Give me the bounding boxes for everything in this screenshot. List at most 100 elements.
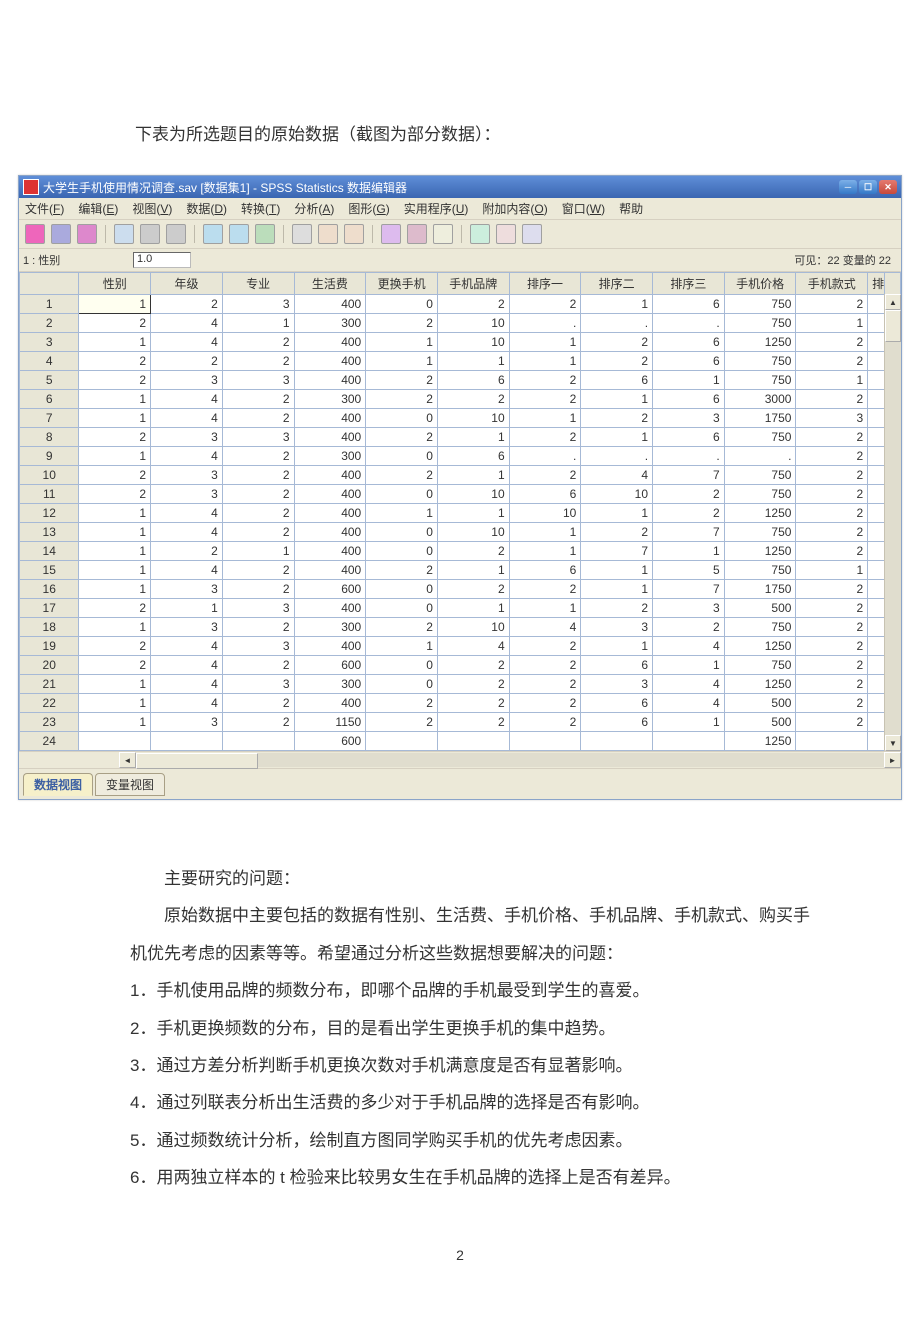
row-number[interactable]: 7 — [20, 409, 79, 428]
data-cell[interactable]: 3 — [151, 618, 223, 637]
column-header[interactable]: 手机价格 — [724, 273, 796, 295]
data-cell[interactable]: 1 — [509, 409, 581, 428]
data-cell[interactable]: 3 — [653, 409, 725, 428]
data-cell[interactable]: 1 — [79, 561, 151, 580]
data-cell[interactable]: 1 — [509, 333, 581, 352]
data-cell[interactable]: 2 — [796, 675, 868, 694]
data-cell[interactable]: 2 — [222, 390, 294, 409]
weight-icon[interactable] — [407, 224, 427, 244]
data-cell[interactable]: 2 — [366, 694, 438, 713]
data-cell[interactable]: 2 — [796, 390, 868, 409]
data-cell[interactable]: 1250 — [724, 637, 796, 656]
data-cell[interactable] — [222, 732, 294, 751]
data-cell[interactable]: 1 — [796, 371, 868, 390]
data-cell[interactable]: 3 — [581, 618, 653, 637]
data-cell[interactable] — [437, 732, 509, 751]
data-cell-partial[interactable] — [868, 523, 884, 542]
data-cell[interactable]: 400 — [294, 333, 366, 352]
minimize-button[interactable]: ─ — [839, 180, 857, 194]
column-header[interactable]: 排序一 — [509, 273, 581, 295]
data-cell-partial[interactable] — [868, 599, 884, 618]
table-row[interactable]: 231321150222615002 — [20, 713, 901, 732]
data-cell-partial[interactable] — [868, 542, 884, 561]
data-cell[interactable]: 3000 — [724, 390, 796, 409]
data-cell[interactable]: . — [581, 314, 653, 333]
data-cell[interactable]: 3 — [653, 599, 725, 618]
data-cell[interactable]: 750 — [724, 352, 796, 371]
abc-icon[interactable] — [522, 224, 542, 244]
find-icon[interactable] — [292, 224, 312, 244]
data-cell[interactable]: 1 — [581, 561, 653, 580]
data-cell[interactable]: 2 — [151, 295, 223, 314]
data-cell[interactable]: 1750 — [724, 409, 796, 428]
row-number[interactable]: 19 — [20, 637, 79, 656]
data-cell[interactable]: 4 — [151, 694, 223, 713]
data-cell[interactable]: 2 — [653, 485, 725, 504]
table-row[interactable]: 20242600022617502 — [20, 656, 901, 675]
data-cell[interactable]: 1 — [437, 428, 509, 447]
data-cell[interactable]: 2 — [581, 599, 653, 618]
vertical-scrollbar[interactable]: ▲ ▼ — [884, 294, 901, 751]
scroll-down-arrow-icon[interactable]: ▼ — [885, 735, 901, 751]
data-cell[interactable]: 300 — [294, 675, 366, 694]
data-cell[interactable] — [509, 732, 581, 751]
data-cell[interactable]: 2 — [581, 333, 653, 352]
data-cell-partial[interactable] — [868, 371, 884, 390]
missing-icon[interactable] — [496, 224, 516, 244]
data-cell[interactable]: 1 — [366, 637, 438, 656]
data-cell[interactable]: 2 — [796, 352, 868, 371]
table-row[interactable]: 5233400262617501 — [20, 371, 901, 390]
menu-item-0[interactable]: 文件(F) — [25, 200, 64, 217]
data-cell[interactable]: 6 — [653, 352, 725, 371]
data-cell[interactable]: 2 — [222, 656, 294, 675]
data-cell[interactable]: 0 — [366, 295, 438, 314]
scroll-up-arrow-icon[interactable]: ▲ — [885, 294, 901, 310]
data-cell[interactable]: . — [653, 314, 725, 333]
active-cell-value[interactable]: 1.0 — [133, 252, 191, 268]
data-cell[interactable]: 1 — [79, 694, 151, 713]
data-cell[interactable]: 1 — [437, 561, 509, 580]
data-cell[interactable]: 400 — [294, 466, 366, 485]
data-cell[interactable]: 1 — [581, 580, 653, 599]
table-row[interactable]: 141214000217112502 — [20, 542, 901, 561]
data-cell[interactable]: 6 — [653, 428, 725, 447]
data-cell[interactable]: 750 — [724, 466, 796, 485]
scroll-left-arrow-icon[interactable]: ◄ — [119, 752, 136, 768]
data-cell[interactable]: 2 — [437, 694, 509, 713]
data-cell[interactable]: 1 — [79, 542, 151, 561]
data-cell[interactable]: 1750 — [724, 580, 796, 599]
data-cell[interactable]: 4 — [151, 656, 223, 675]
table-row[interactable]: 4222400111267502 — [20, 352, 901, 371]
data-cell[interactable]: 400 — [294, 428, 366, 447]
table-row[interactable]: 192434001421412502 — [20, 637, 901, 656]
print-icon[interactable] — [77, 224, 97, 244]
data-cell[interactable]: 6 — [509, 485, 581, 504]
data-cell-partial[interactable] — [868, 504, 884, 523]
data-cell[interactable]: 1 — [222, 314, 294, 333]
data-cell[interactable]: 2 — [151, 352, 223, 371]
data-cell[interactable]: 3 — [151, 713, 223, 732]
data-cell[interactable]: 1 — [79, 333, 151, 352]
data-cell[interactable]: 2 — [222, 485, 294, 504]
data-cell[interactable]: 4 — [437, 637, 509, 656]
menu-item-5[interactable]: 分析(A) — [294, 200, 334, 217]
data-cell[interactable]: 2 — [366, 314, 438, 333]
row-number[interactable]: 17 — [20, 599, 79, 618]
data-cell[interactable]: 7 — [653, 580, 725, 599]
data-cell[interactable]: 4 — [151, 561, 223, 580]
tab-variable-view[interactable]: 变量视图 — [95, 773, 165, 796]
data-cell[interactable]: 0 — [366, 599, 438, 618]
table-row[interactable]: 61423002221630002 — [20, 390, 901, 409]
data-cell[interactable]: 2 — [79, 485, 151, 504]
data-cell[interactable]: 600 — [294, 732, 366, 751]
data-cell[interactable]: 750 — [724, 656, 796, 675]
data-cell[interactable]: 0 — [366, 447, 438, 466]
data-cell[interactable]: 2 — [509, 694, 581, 713]
table-row[interactable]: 10232400212477502 — [20, 466, 901, 485]
column-header[interactable]: 生活费 — [294, 273, 366, 295]
data-cell[interactable]: 2 — [437, 390, 509, 409]
data-cell[interactable]: 400 — [294, 485, 366, 504]
data-cell[interactable]: 500 — [724, 713, 796, 732]
data-cell[interactable]: 2 — [79, 656, 151, 675]
data-cell-partial[interactable] — [868, 485, 884, 504]
